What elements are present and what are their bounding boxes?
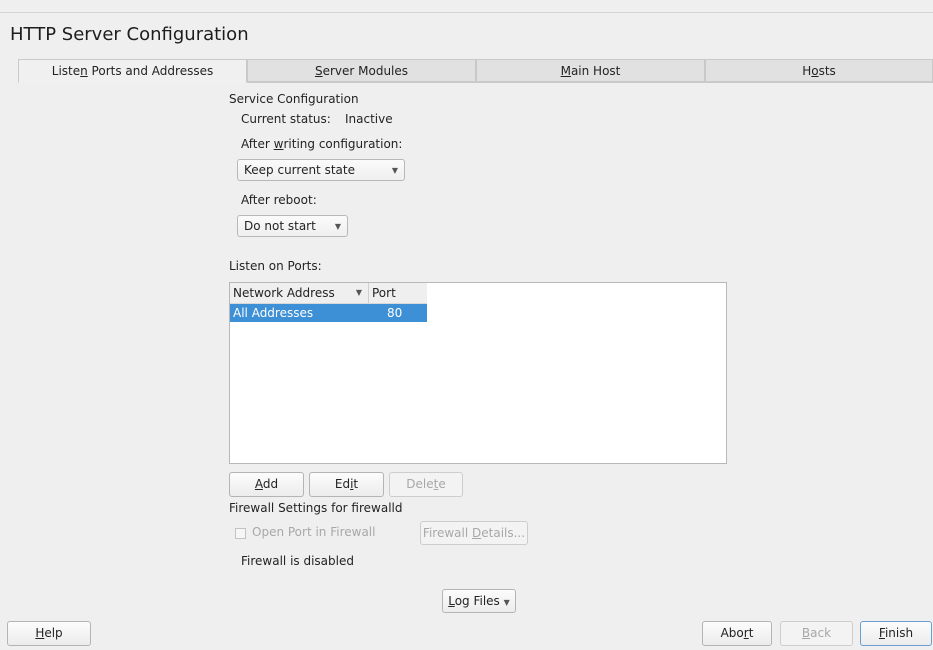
cell-address: All Addresses xyxy=(233,306,314,320)
after-reboot-selected: Do not start xyxy=(244,219,316,233)
cell-port: 80 xyxy=(387,306,403,320)
tab-label: ain Host xyxy=(570,64,621,78)
label-text: After xyxy=(241,137,274,151)
button-label: inish xyxy=(884,626,914,640)
top-divider xyxy=(0,12,933,13)
current-status-value: Inactive xyxy=(345,112,393,126)
add-button[interactable]: Add xyxy=(229,472,304,497)
button-label: elp xyxy=(44,626,63,640)
table-header: Network Address ▼ Port xyxy=(230,283,427,304)
label-mnemonic: w xyxy=(273,137,284,151)
tab-label: Ports and Addresses xyxy=(87,64,214,78)
tab-listen-ports[interactable]: Listen Ports and Addresses xyxy=(18,59,247,83)
button-label: Dele xyxy=(406,477,434,491)
button-label: dd xyxy=(262,477,279,491)
button-mnemonic: A xyxy=(254,477,263,491)
column-network-address[interactable]: Network Address ▼ xyxy=(230,283,369,303)
open-port-checkbox[interactable] xyxy=(235,528,246,539)
after-reboot-label: After reboot: xyxy=(241,193,317,207)
open-port-label: Open Port in Firewall xyxy=(252,525,376,539)
listen-ports-label: Listen on Ports: xyxy=(229,259,322,273)
button-label: etails... xyxy=(481,526,526,540)
button-label: og Files xyxy=(454,594,500,608)
edit-button[interactable]: Edit xyxy=(309,472,384,497)
abort-button[interactable]: Abort xyxy=(702,621,772,646)
button-mnemonic: D xyxy=(472,526,482,540)
button-label: Firewall xyxy=(422,526,472,540)
tab-label-mnemonic: n xyxy=(80,64,88,78)
tab-label-mnemonic: S xyxy=(314,64,323,78)
chevron-down-icon: ▼ xyxy=(503,598,510,607)
tab-label-mnemonic: M xyxy=(560,64,571,78)
chevron-down-icon: ▼ xyxy=(391,165,398,175)
tab-label-mnemonic: o xyxy=(811,64,819,78)
tab-label: Liste xyxy=(51,64,81,78)
chevron-down-icon: ▼ xyxy=(334,221,341,231)
column-label: Network Address xyxy=(233,286,335,300)
tab-label: erver Modules xyxy=(322,64,409,78)
button-label: Ed xyxy=(334,477,351,491)
button-mnemonic: B xyxy=(801,626,811,640)
button-mnemonic: H xyxy=(35,626,45,640)
tab-bar: Listen Ports and Addresses Server Module… xyxy=(18,59,933,83)
label-text: riting configuration: xyxy=(283,137,403,151)
sort-down-icon: ▼ xyxy=(355,288,362,297)
after-writing-label: After writing configuration: xyxy=(241,137,402,151)
column-label: Port xyxy=(372,286,396,300)
after-writing-selected: Keep current state xyxy=(244,163,355,177)
tab-server-modules[interactable]: Server Modules xyxy=(247,59,476,82)
current-status-label: Current status: xyxy=(241,112,331,126)
tab-label: sts xyxy=(818,64,836,78)
delete-button[interactable]: Delete xyxy=(389,472,463,497)
back-button[interactable]: Back xyxy=(780,621,853,646)
button-label: Abo xyxy=(720,626,744,640)
tab-hosts[interactable]: Hosts xyxy=(705,59,933,82)
window-title: HTTP Server Configuration xyxy=(10,24,249,45)
tab-underline xyxy=(247,82,933,83)
firewall-title: Firewall Settings for firewalld xyxy=(229,501,403,515)
tab-main-host[interactable]: Main Host xyxy=(476,59,705,82)
button-label: ack xyxy=(810,626,832,640)
column-port[interactable]: Port xyxy=(369,283,427,303)
firewall-status: Firewall is disabled xyxy=(241,554,354,568)
tab-label: H xyxy=(802,64,812,78)
after-reboot-select[interactable]: Do not start ▼ xyxy=(237,215,348,237)
ports-table[interactable]: Network Address ▼ Port All Addresses 80 xyxy=(229,282,727,464)
button-label: t xyxy=(748,626,754,640)
table-row[interactable]: All Addresses 80 xyxy=(230,304,427,322)
finish-button[interactable]: Finish xyxy=(860,621,932,646)
button-label: t xyxy=(353,477,359,491)
help-button[interactable]: Help xyxy=(7,621,91,646)
button-label: e xyxy=(438,477,446,491)
after-writing-select[interactable]: Keep current state ▼ xyxy=(237,159,405,181)
service-section-title: Service Configuration xyxy=(229,92,359,106)
log-files-button[interactable]: Log Files ▼ xyxy=(442,589,516,613)
firewall-details-button[interactable]: Firewall Details... xyxy=(420,521,528,545)
